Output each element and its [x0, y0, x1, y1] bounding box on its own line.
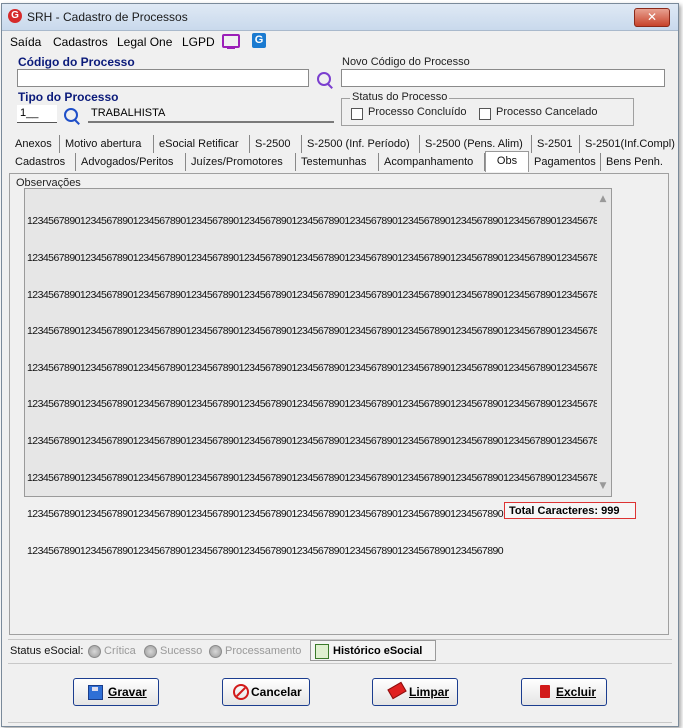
observacoes-textarea[interactable]: 1234567890123456789012345678901234567890… — [24, 188, 612, 557]
window-title: SRH - Cadastro de Processos — [27, 10, 188, 24]
menu-cadastros[interactable]: Cadastros — [53, 35, 108, 49]
scroll-up-arrow-icon[interactable]: ▲ — [597, 193, 609, 205]
tipo-desc-field: TRABALHISTA — [88, 105, 334, 123]
esocial-g-icon[interactable]: G — [252, 33, 266, 48]
tab-s2500-inf-periodo[interactable]: S-2500 (Inf. Período) — [302, 135, 420, 153]
save-icon — [88, 685, 103, 700]
tab-acompanhamento[interactable]: Acompanhamento — [379, 153, 485, 171]
sucesso-radio[interactable] — [144, 645, 157, 658]
cancelar-button[interactable]: Cancelar — [222, 678, 310, 706]
status-esocial-row: Status eSocial: Crítica Sucesso Processa… — [8, 639, 672, 662]
processamento-radio[interactable] — [209, 645, 222, 658]
document-icon — [315, 644, 329, 659]
novo-codigo-label: Novo Código do Processo — [342, 56, 470, 68]
sucesso-label: Sucesso — [160, 645, 203, 657]
critica-radio[interactable] — [88, 645, 101, 658]
title-bar: G SRH - Cadastro de Processos ✕ — [2, 4, 678, 31]
tab-obs[interactable]: Obs — [485, 151, 529, 172]
cancel-icon — [233, 684, 249, 700]
cancelado-checkbox[interactable] — [479, 108, 491, 120]
menu-lgpd[interactable]: LGPD — [182, 35, 215, 49]
historico-esocial-button[interactable]: Histórico eSocial — [310, 640, 436, 661]
total-caracteres: Total Caracteres: 999 — [504, 502, 636, 519]
tab-anexos[interactable]: Anexos — [10, 135, 60, 153]
menu-bar: Saída Cadastros Legal One LGPD G — [2, 31, 678, 51]
codigo-processo-label: Código do Processo — [18, 55, 135, 69]
search-tipo-icon[interactable] — [64, 108, 78, 122]
limpar-button[interactable]: Limpar — [372, 678, 458, 706]
main-window: G SRH - Cadastro de Processos ✕ Saída Ca… — [1, 3, 679, 727]
excluir-button[interactable]: Excluir — [521, 678, 607, 706]
critica-label: Crítica — [104, 645, 136, 657]
tab-bens-penh[interactable]: Bens Penh. — [601, 153, 672, 171]
tab-pagamentos[interactable]: Pagamentos — [529, 153, 601, 171]
eraser-icon — [387, 681, 407, 700]
tab-s2501-inf-compl[interactable]: S-2501(Inf.Compl) — [580, 135, 675, 153]
tab-row-1: Anexos Motivo abertura eSocial Retificar… — [8, 135, 675, 153]
trash-icon — [540, 685, 550, 698]
processamento-label: Processamento — [225, 645, 302, 657]
status-processo-label: Status do Processo — [350, 91, 450, 103]
obs-panel: Observações 1234567890123456789012345678… — [9, 173, 669, 635]
status-esocial-label: Status eSocial: — [10, 645, 84, 657]
tab-motivo-abertura[interactable]: Motivo abertura — [60, 135, 154, 153]
tab-cadastros[interactable]: Cadastros — [10, 153, 76, 171]
tab-esocial-retificar[interactable]: eSocial Retificar — [154, 135, 250, 153]
menu-saida[interactable]: Saída — [10, 35, 41, 49]
gravar-button[interactable]: Gravar — [73, 678, 159, 706]
monitor-icon[interactable] — [222, 34, 240, 49]
cancelar-label: Cancelar — [251, 685, 302, 699]
tipo-processo-label: Tipo do Processo — [18, 90, 119, 104]
tab-juizes-promotores[interactable]: Juízes/Promotores — [186, 153, 296, 171]
concluido-label: Processo Concluído — [368, 106, 467, 118]
novo-codigo-input[interactable] — [341, 69, 665, 87]
cancelado-label: Processo Cancelado — [496, 106, 598, 118]
historico-esocial-label: Histórico eSocial — [333, 645, 423, 657]
app-logo-icon: G — [8, 9, 22, 23]
action-buttons-strip: Gravar Cancelar Limpar Excluir — [8, 663, 672, 723]
gravar-label: Gravar — [108, 685, 147, 699]
observacoes-text: 1234567890123456789012345678901234567890… — [27, 215, 597, 557]
close-button[interactable]: ✕ — [634, 8, 670, 27]
tipo-code-input[interactable]: 1__ — [17, 105, 57, 123]
tab-s2500[interactable]: S-2500 — [250, 135, 302, 153]
tab-s2501[interactable]: S-2501 — [532, 135, 580, 153]
tab-testemunhas[interactable]: Testemunhas — [296, 153, 379, 171]
limpar-label: Limpar — [409, 685, 450, 699]
scroll-down-arrow-icon[interactable]: ▼ — [597, 480, 609, 492]
menu-legal-one[interactable]: Legal One — [117, 35, 172, 49]
excluir-label: Excluir — [556, 685, 597, 699]
tab-advogados-peritos[interactable]: Advogados/Peritos — [76, 153, 186, 171]
concluido-checkbox[interactable] — [351, 108, 363, 120]
codigo-processo-input[interactable] — [17, 69, 309, 87]
tab-row-2: Cadastros Advogados/Peritos Juízes/Promo… — [8, 151, 672, 172]
search-codigo-icon[interactable] — [317, 72, 331, 86]
